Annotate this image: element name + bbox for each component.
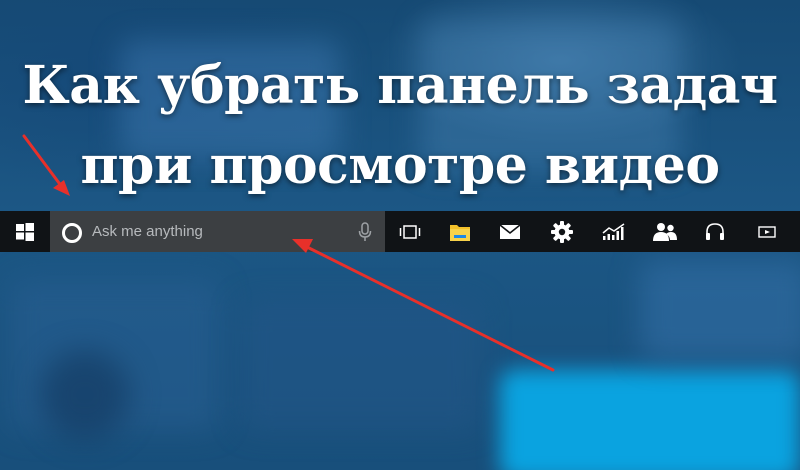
people-button[interactable] xyxy=(640,211,690,252)
headline-line-1: Как убрать панель задач xyxy=(22,55,778,116)
start-button[interactable] xyxy=(0,211,50,252)
file-explorer-button[interactable] xyxy=(435,211,485,252)
task-view-icon xyxy=(399,224,421,239)
stats-icon xyxy=(602,222,625,240)
music-button[interactable] xyxy=(690,211,740,252)
mail-icon xyxy=(499,223,521,239)
search-box[interactable]: Ask me anything xyxy=(50,211,385,252)
search-placeholder: Ask me anything xyxy=(92,223,203,240)
mail-button[interactable] xyxy=(485,211,535,252)
headline-line-2: при просмотре видео xyxy=(80,135,720,196)
settings-button[interactable] xyxy=(537,211,587,252)
microphone-icon[interactable] xyxy=(358,222,372,242)
stats-app-button[interactable] xyxy=(589,211,639,252)
settings-icon xyxy=(551,220,573,243)
task-view-button[interactable] xyxy=(385,211,435,252)
people-icon xyxy=(653,222,677,241)
media-player-button[interactable] xyxy=(742,211,792,252)
media-player-icon xyxy=(758,225,776,238)
headphones-icon xyxy=(706,222,724,240)
cortana-icon xyxy=(62,223,82,243)
windows-start-icon xyxy=(16,222,34,241)
taskbar: Ask me anything xyxy=(0,211,800,252)
file-explorer-icon xyxy=(450,224,470,241)
